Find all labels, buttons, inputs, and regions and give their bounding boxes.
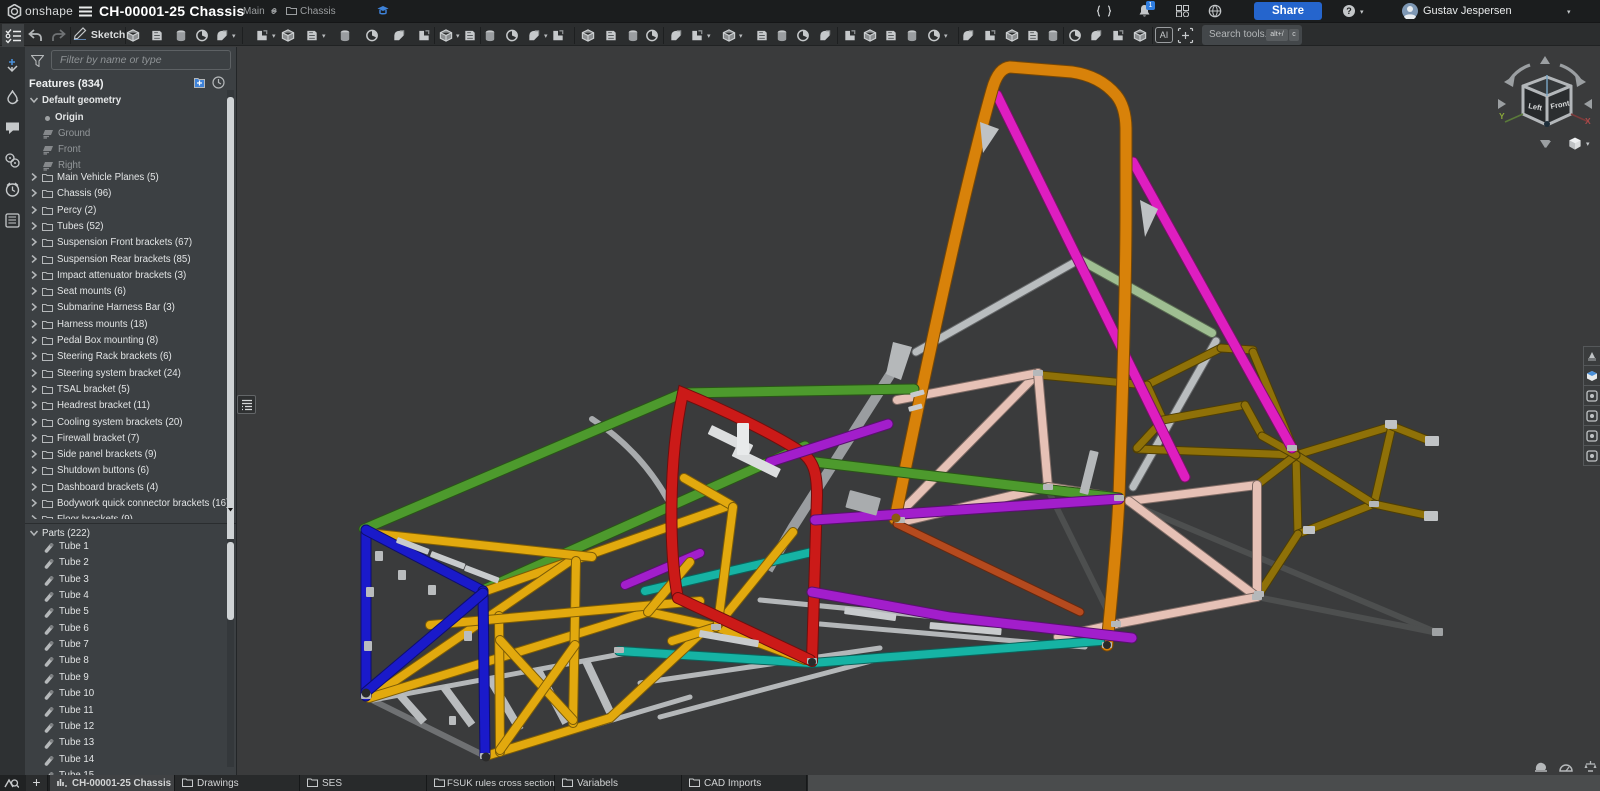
svg-text:X: X xyxy=(1585,116,1591,126)
svg-text:Y: Y xyxy=(1499,111,1505,121)
svg-text:?: ? xyxy=(1346,6,1352,16)
